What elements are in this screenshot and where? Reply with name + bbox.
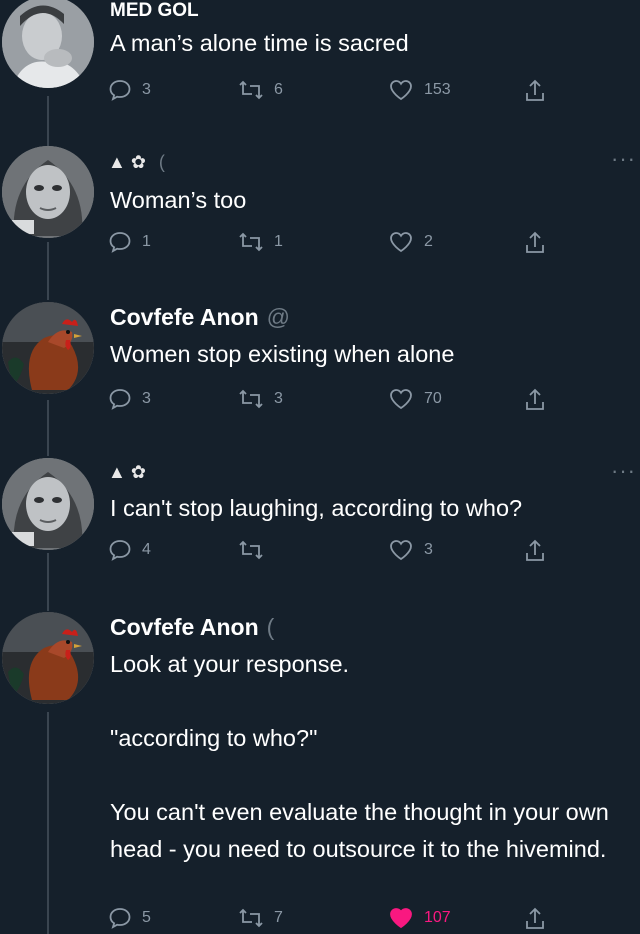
like-button[interactable]: 70: [388, 387, 442, 411]
share-button[interactable]: [523, 906, 547, 932]
retweet-count: 3: [274, 390, 283, 407]
reply-button[interactable]: 3: [108, 78, 151, 102]
heart-icon: [390, 540, 412, 561]
share-icon: [526, 388, 544, 410]
retweet-icon: [239, 80, 263, 100]
reply-icon: [109, 232, 131, 253]
retweet-button[interactable]: 7: [238, 906, 283, 930]
like-button[interactable]: 2: [388, 230, 433, 254]
display-name[interactable]: MED GOL: [110, 0, 199, 21]
reply-button[interactable]: 4: [108, 538, 151, 562]
reply-count: 3: [142, 390, 151, 407]
retweet-button[interactable]: 6: [238, 78, 283, 102]
reply-button[interactable]: 3: [108, 387, 151, 411]
tweet[interactable]: Covfefe Anon ( Look at your response. "ac…: [0, 612, 640, 934]
avatar[interactable]: [2, 612, 94, 704]
display-name[interactable]: ▲ ✿: [108, 462, 146, 482]
share-button[interactable]: [523, 230, 547, 256]
share-button[interactable]: [523, 538, 547, 564]
tweet-actions: 5 7 107: [108, 906, 568, 934]
reply-button[interactable]: 5: [108, 906, 151, 930]
tweet[interactable]: ▲ ✿ ··· I can't stop laughing, according…: [0, 458, 640, 588]
retweet-button[interactable]: 3: [238, 387, 283, 411]
handle[interactable]: (: [159, 152, 165, 172]
author-name[interactable]: ▲ ✿: [108, 462, 146, 483]
author-name[interactable]: Covfefe Anon (: [110, 614, 274, 641]
reply-count: 5: [142, 909, 151, 926]
share-icon: [526, 79, 544, 101]
tweet-text: A man’s alone time is sacred: [110, 30, 409, 56]
avatar[interactable]: [2, 302, 94, 394]
author-name[interactable]: MED GOL: [110, 0, 199, 22]
handle[interactable]: @: [267, 304, 290, 330]
handle[interactable]: (: [267, 614, 275, 640]
tweet-actions: 3 3 70: [108, 387, 568, 417]
retweet-count: 1: [274, 233, 283, 250]
like-count: 2: [424, 233, 433, 250]
heart-filled-icon: [390, 908, 412, 929]
like-count: 3: [424, 541, 433, 558]
like-count: 70: [424, 390, 442, 407]
retweet-icon: [239, 232, 263, 252]
reply-icon: [109, 908, 131, 929]
retweet-button[interactable]: [238, 538, 274, 562]
retweet-count: 6: [274, 81, 283, 98]
display-name[interactable]: Covfefe Anon: [110, 614, 259, 640]
tweet-actions: 4 3: [108, 538, 568, 568]
avatar[interactable]: [2, 146, 94, 238]
author-name[interactable]: ▲ ✿ (: [108, 152, 165, 173]
retweet-icon: [239, 540, 263, 560]
like-button[interactable]: 3: [388, 538, 433, 562]
like-count: 107: [424, 909, 451, 926]
like-button[interactable]: 153: [388, 78, 451, 102]
more-options-icon[interactable]: ···: [611, 146, 636, 172]
more-options-icon[interactable]: ···: [611, 458, 636, 484]
share-button[interactable]: [523, 78, 547, 104]
tweet-text: Women stop existing when alone: [110, 341, 455, 367]
share-button[interactable]: [523, 387, 547, 413]
heart-icon: [390, 80, 412, 101]
reply-count: 3: [142, 81, 151, 98]
retweet-count: 7: [274, 909, 283, 926]
share-icon: [526, 539, 544, 561]
reply-count: 1: [142, 233, 151, 250]
tweet-text: Woman’s too: [110, 187, 247, 213]
like-count: 153: [424, 81, 451, 98]
heart-icon: [390, 389, 412, 410]
retweet-icon: [239, 908, 263, 928]
retweet-icon: [239, 389, 263, 409]
avatar[interactable]: [2, 0, 94, 88]
display-name[interactable]: ▲ ✿: [108, 152, 146, 172]
tweet-actions: 3 6 153: [108, 78, 568, 108]
tweet-text: Look at your response. "according to who…: [110, 651, 609, 862]
tweet-thread: MED GOL A man’s alone time is sacred 3 6…: [0, 0, 640, 934]
tweet[interactable]: MED GOL A man’s alone time is sacred 3 6…: [0, 0, 640, 130]
avatar[interactable]: [2, 458, 94, 550]
reply-button[interactable]: 1: [108, 230, 151, 254]
like-button[interactable]: 107: [388, 906, 451, 930]
reply-count: 4: [142, 541, 151, 558]
tweet-actions: 1 1 2: [108, 230, 568, 260]
share-icon: [526, 907, 544, 929]
display-name[interactable]: Covfefe Anon: [110, 304, 259, 330]
heart-icon: [390, 232, 412, 253]
reply-icon: [109, 540, 131, 561]
share-icon: [526, 231, 544, 253]
author-name[interactable]: Covfefe Anon @: [110, 304, 290, 331]
retweet-button[interactable]: 1: [238, 230, 283, 254]
tweet[interactable]: ▲ ✿ ( ··· Woman’s too 1 1 2: [0, 146, 640, 256]
tweet[interactable]: Covfefe Anon @ Women stop existing when a…: [0, 302, 640, 432]
reply-icon: [109, 389, 131, 410]
reply-icon: [109, 80, 131, 101]
tweet-text: I can't stop laughing, according to who?: [110, 495, 523, 521]
